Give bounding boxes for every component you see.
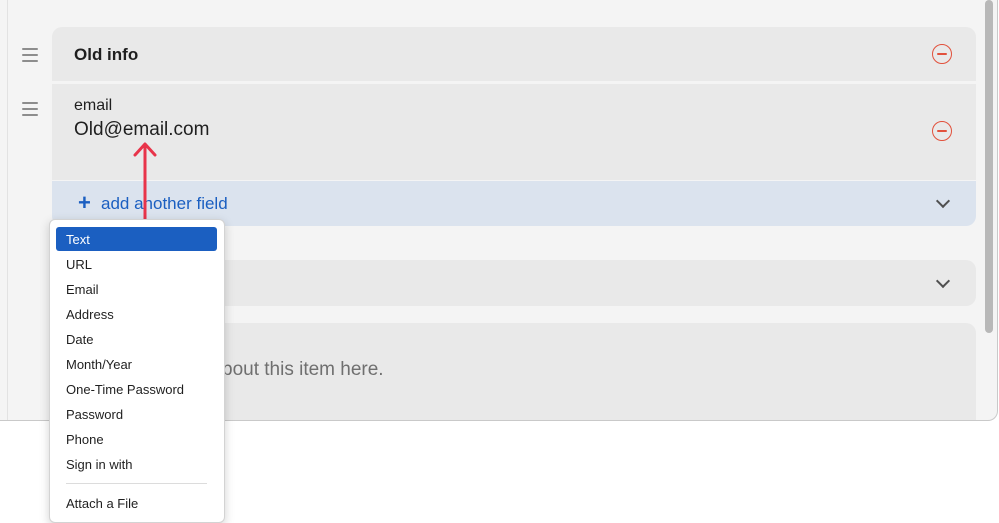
- menu-item-text[interactable]: Text: [56, 227, 217, 251]
- menu-item-phone[interactable]: Phone: [56, 427, 217, 451]
- scrollbar[interactable]: [981, 0, 997, 420]
- remove-section-button[interactable]: [932, 44, 952, 64]
- menu-item-attach-file[interactable]: Attach a File: [56, 491, 217, 515]
- menu-item-sign-in-with[interactable]: Sign in with: [56, 452, 217, 476]
- menu-item-label: Sign in with: [66, 457, 133, 472]
- minus-circle-icon: [937, 53, 947, 55]
- drag-handle-icon[interactable]: [22, 48, 38, 62]
- menu-item-one-time-password[interactable]: One-Time Password: [56, 377, 217, 401]
- menu-item-email[interactable]: Email: [56, 277, 217, 301]
- field-label[interactable]: email: [74, 97, 112, 115]
- menu-item-label: Date: [66, 332, 94, 347]
- menu-item-label: Address: [66, 307, 114, 322]
- chevron-down-icon[interactable]: [935, 193, 951, 209]
- section-header: Old info: [52, 27, 976, 81]
- section-title[interactable]: Old info: [74, 45, 138, 65]
- plus-icon: +: [78, 190, 91, 215]
- add-field-label: add another field: [101, 194, 228, 213]
- field-type-dropdown-menu: Text URL Email Address Date Month/Year O…: [49, 219, 225, 523]
- menu-item-date[interactable]: Date: [56, 327, 217, 351]
- menu-item-url[interactable]: URL: [56, 252, 217, 276]
- window-left-border: [7, 0, 8, 420]
- annotation-arrow-up-icon: [133, 142, 157, 223]
- menu-divider: [66, 483, 207, 484]
- field-value[interactable]: Old@email.com: [74, 119, 209, 141]
- menu-item-label: Month/Year: [66, 357, 133, 372]
- menu-item-label: One-Time Password: [66, 382, 184, 397]
- menu-item-address[interactable]: Address: [56, 302, 217, 326]
- menu-item-label: Phone: [66, 432, 104, 447]
- menu-item-password[interactable]: Password: [56, 402, 217, 426]
- field-row: email Old@email.com: [52, 84, 976, 180]
- menu-item-label: Text: [66, 232, 90, 247]
- remove-field-button[interactable]: [932, 121, 952, 141]
- notes-placeholder: bout this item here.: [222, 359, 384, 380]
- chevron-down-icon[interactable]: [935, 273, 951, 289]
- scrollbar-thumb[interactable]: [985, 0, 993, 333]
- menu-item-label: Password: [66, 407, 124, 422]
- menu-item-month-year[interactable]: Month/Year: [56, 352, 217, 376]
- drag-handle-icon[interactable]: [22, 102, 38, 116]
- menu-item-label: Attach a File: [66, 496, 139, 511]
- menu-item-label: Email: [66, 282, 99, 297]
- minus-circle-icon: [937, 130, 947, 132]
- menu-item-label: URL: [66, 257, 93, 272]
